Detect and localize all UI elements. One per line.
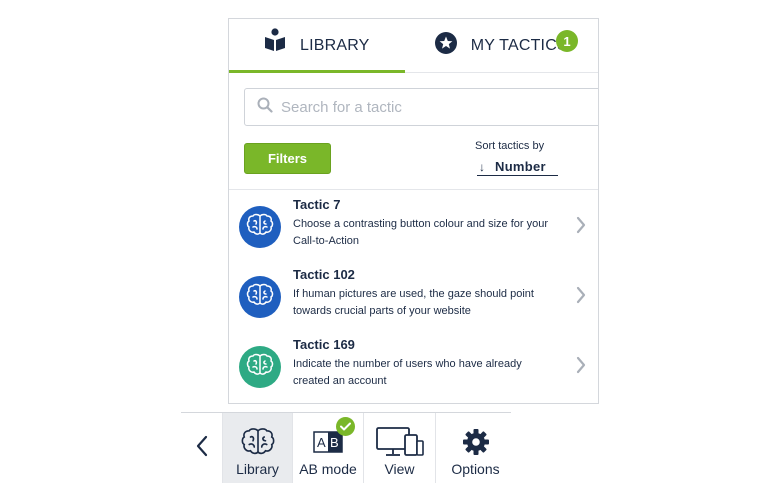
brain-icon [246, 353, 274, 382]
brain-icon [246, 283, 274, 312]
sort-select[interactable]: ↓ Number [477, 158, 558, 176]
svg-text:A: A [317, 435, 326, 450]
chevron-right-icon [576, 356, 586, 379]
active-tab-indicator [229, 70, 405, 73]
checkmark-icon [336, 417, 355, 436]
sort-label: Sort tactics by [475, 140, 545, 152]
tactic-title: Tactic 7 [293, 197, 341, 212]
tactic-avatar [239, 276, 281, 318]
tactic-avatar [239, 206, 281, 248]
tactic-description: Choose a contrasting button colour and s… [293, 218, 548, 247]
arrow-down-icon: ↓ [479, 159, 485, 174]
chevron-left-icon [196, 435, 208, 462]
tab-library[interactable]: LIBRARY [229, 19, 405, 72]
toolbar-ab-mode-label: AB mode [299, 461, 357, 477]
gear-icon [462, 426, 490, 458]
tab-library-label: LIBRARY [299, 36, 370, 54]
tactics-count-badge: 1 [556, 30, 578, 52]
star-icon [434, 32, 457, 59]
toolbar-ab-mode-button[interactable]: A B AB mode [292, 413, 363, 483]
list-item[interactable]: Tactic 169 Indicate the number of users … [229, 330, 598, 400]
tactic-list: Tactic 7 Choose a contrasting button col… [229, 189, 598, 400]
toolbar-library-label: Library [236, 461, 279, 477]
tactic-description: If human pictures are used, the gaze sho… [293, 288, 534, 317]
filters-button[interactable]: Filters [244, 143, 331, 174]
back-button[interactable] [181, 413, 222, 483]
book-reader-icon [264, 28, 286, 57]
search-input[interactable] [281, 98, 581, 116]
tab-my-tactics-label: MY TACTICS [470, 36, 568, 54]
toolbar-options-button[interactable]: Options [435, 413, 515, 483]
tactic-title: Tactic 102 [293, 267, 355, 282]
tab-my-tactics[interactable]: MY TACTICS 1 [405, 19, 598, 72]
tactics-panel: LIBRARY MY TACTICS 1 Filters Sort tactic… [228, 18, 599, 404]
toolbar-view-label: View [384, 461, 415, 477]
devices-icon [375, 426, 424, 458]
tactic-description: Indicate the number of users who have al… [293, 358, 522, 387]
tab-bar: LIBRARY MY TACTICS 1 [229, 19, 598, 73]
search-icon [257, 97, 273, 118]
toolbar-options-label: Options [451, 461, 500, 477]
list-item[interactable]: Tactic 102 If human pictures are used, t… [229, 260, 598, 330]
ab-icon: A B [313, 417, 355, 458]
sort-value: Number [495, 159, 546, 174]
svg-text:B: B [330, 435, 339, 450]
brain-icon [246, 213, 274, 242]
toolbar-library-button[interactable]: Library [222, 413, 292, 483]
tactic-avatar [239, 346, 281, 388]
toolbar-view-button[interactable]: View [363, 413, 435, 483]
brain-icon [238, 426, 278, 458]
chevron-right-icon [576, 286, 586, 309]
chevron-right-icon [576, 216, 586, 239]
list-item[interactable]: Tactic 7 Choose a contrasting button col… [229, 190, 598, 260]
tactic-title: Tactic 169 [293, 337, 355, 352]
bottom-toolbar: Library A B AB mode View Options [181, 413, 515, 483]
search-box[interactable] [244, 88, 598, 126]
